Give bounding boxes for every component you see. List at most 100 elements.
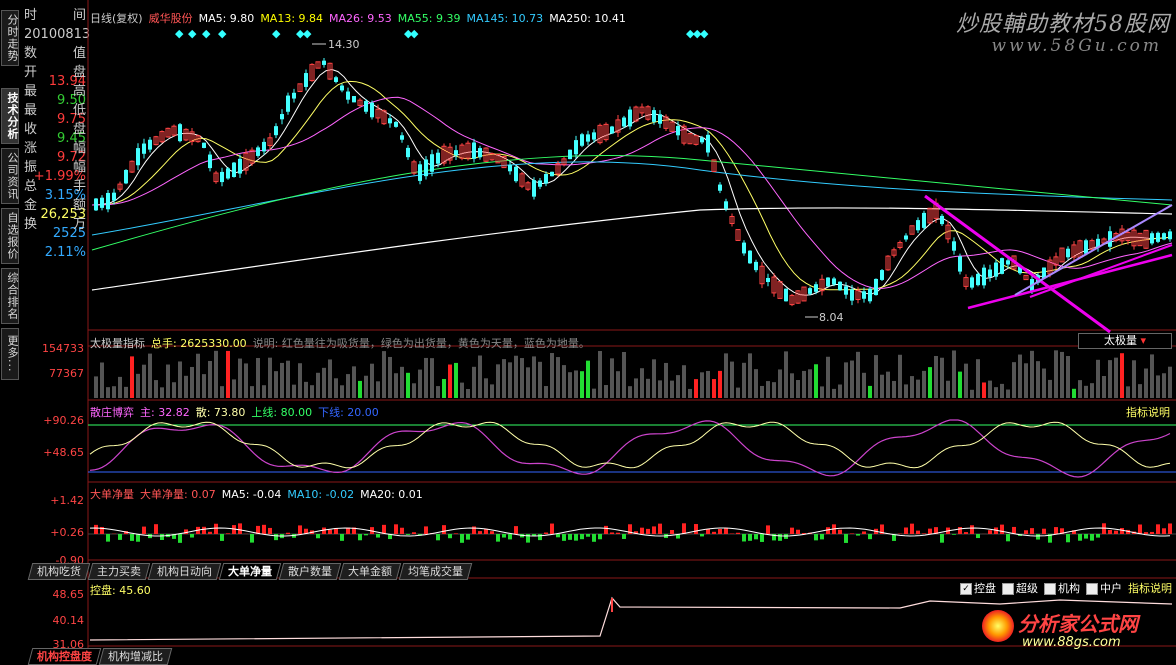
net-header-item: MA5: -0.04 (222, 488, 282, 501)
control-help-link[interactable]: 指标说明 (1128, 582, 1172, 595)
volume-bar (292, 385, 296, 398)
tab-4[interactable]: 散户数量 (279, 563, 342, 580)
volume-bar (898, 355, 902, 398)
checkbox-2[interactable]: 机构 (1044, 582, 1080, 595)
net-bar (748, 534, 752, 541)
volume-bar (916, 380, 920, 398)
volume-bar (850, 361, 854, 398)
net-bar (904, 528, 908, 534)
net-bar (844, 534, 848, 543)
tab-3[interactable]: 大单净量 (219, 563, 282, 580)
volume-bar (748, 353, 752, 398)
volume-bar (682, 365, 686, 398)
tab-label: 大单净量 (228, 564, 272, 579)
volume-bar (262, 385, 266, 398)
osc-help-link[interactable]: 指标说明 (1126, 404, 1170, 420)
volume-bar (232, 379, 236, 398)
candle-body (262, 142, 266, 152)
net-bar (262, 525, 266, 534)
volume-bar (1144, 369, 1148, 398)
volume-bar (178, 361, 182, 398)
net-bar (328, 530, 332, 534)
checkbox-box[interactable]: ✓ (960, 583, 972, 595)
candle-body (208, 155, 212, 169)
net-bar (1150, 532, 1154, 534)
volume-bar (376, 381, 380, 398)
candle-body (538, 180, 542, 186)
net-bar (598, 534, 602, 539)
candle-body (508, 165, 512, 172)
volume-bar (1036, 361, 1040, 398)
tab-0[interactable]: 机构吃货 (28, 563, 91, 580)
net-bar (778, 534, 782, 541)
volume-bar (634, 378, 638, 398)
checkbox-0[interactable]: ✓控盘 (960, 582, 996, 595)
volume-bar (670, 381, 674, 398)
volume-bar (352, 366, 356, 398)
volume-bar (1012, 362, 1016, 398)
volume-bar (226, 351, 230, 398)
candle-body (436, 153, 440, 164)
volume-bar (1054, 350, 1058, 398)
candle-body (658, 114, 662, 123)
volume-bar (118, 377, 122, 398)
checkbox-3[interactable]: 中户 (1086, 582, 1122, 595)
net-bar (406, 534, 410, 535)
volume-bar (736, 388, 740, 398)
volume-bar (358, 381, 362, 398)
net-bar (376, 534, 380, 538)
volume-bar (808, 369, 812, 398)
net-bar (466, 534, 470, 540)
net-header-item: 大单净量 (90, 488, 134, 501)
volume-bar (1084, 386, 1088, 398)
candle-body (748, 251, 752, 264)
net-bar (448, 534, 452, 538)
candle-body (784, 289, 788, 302)
volume-bar (778, 369, 782, 398)
footer-tab-1[interactable]: 机构增减比 (99, 648, 173, 665)
checkbox-box[interactable] (1086, 583, 1098, 595)
candle-body (988, 270, 992, 277)
volume-header-item: 太极量指标 (90, 337, 145, 350)
volume-bar (100, 363, 104, 398)
volume-bar (1018, 355, 1022, 398)
candle-body (1006, 260, 1010, 264)
net-bar (268, 528, 272, 534)
indicator-selector[interactable]: 太极量 ▾ (1078, 333, 1172, 349)
flower-logo-icon (982, 610, 1014, 642)
indicator-tab-bar: 机构吃货主力买卖机构日动向大单净量散户数量大单金额均笔成交量 (30, 563, 472, 579)
tab-label: 机构吃货 (37, 564, 81, 579)
candle-body (280, 114, 284, 119)
tab-1[interactable]: 主力买卖 (88, 563, 151, 580)
net-bar (790, 528, 794, 534)
volume-bar (874, 355, 878, 398)
net-bar (814, 534, 818, 540)
candle-body (868, 289, 872, 302)
footer-tab-0[interactable]: 机构控盘度 (28, 648, 102, 665)
volume-bar (436, 386, 440, 398)
volume-bar (202, 374, 206, 398)
net-bar (412, 532, 416, 534)
tab-5[interactable]: 大单金额 (339, 563, 402, 580)
tab-2[interactable]: 机构日动向 (148, 563, 222, 580)
net-bar (490, 531, 494, 534)
volume-bar (622, 352, 626, 398)
checkbox-1[interactable]: 超级 (1002, 582, 1038, 595)
volume-bar (964, 364, 968, 398)
volume-bar (604, 385, 608, 398)
low-annotation: 8.04 (819, 311, 844, 324)
net-bar (1156, 524, 1160, 534)
volume-bar (580, 371, 584, 398)
volume-bar (910, 376, 914, 398)
net-bar (1102, 523, 1106, 534)
osc-main-line (90, 420, 1170, 477)
volume-bar (556, 357, 560, 398)
volume-bar (484, 378, 488, 398)
candle-body (676, 126, 680, 135)
checkbox-box[interactable] (1002, 583, 1014, 595)
candle-body (976, 274, 980, 285)
net-bar (1000, 525, 1004, 534)
net-bar (1042, 529, 1046, 534)
checkbox-box[interactable] (1044, 583, 1056, 595)
tab-6[interactable]: 均笔成交量 (399, 563, 473, 580)
